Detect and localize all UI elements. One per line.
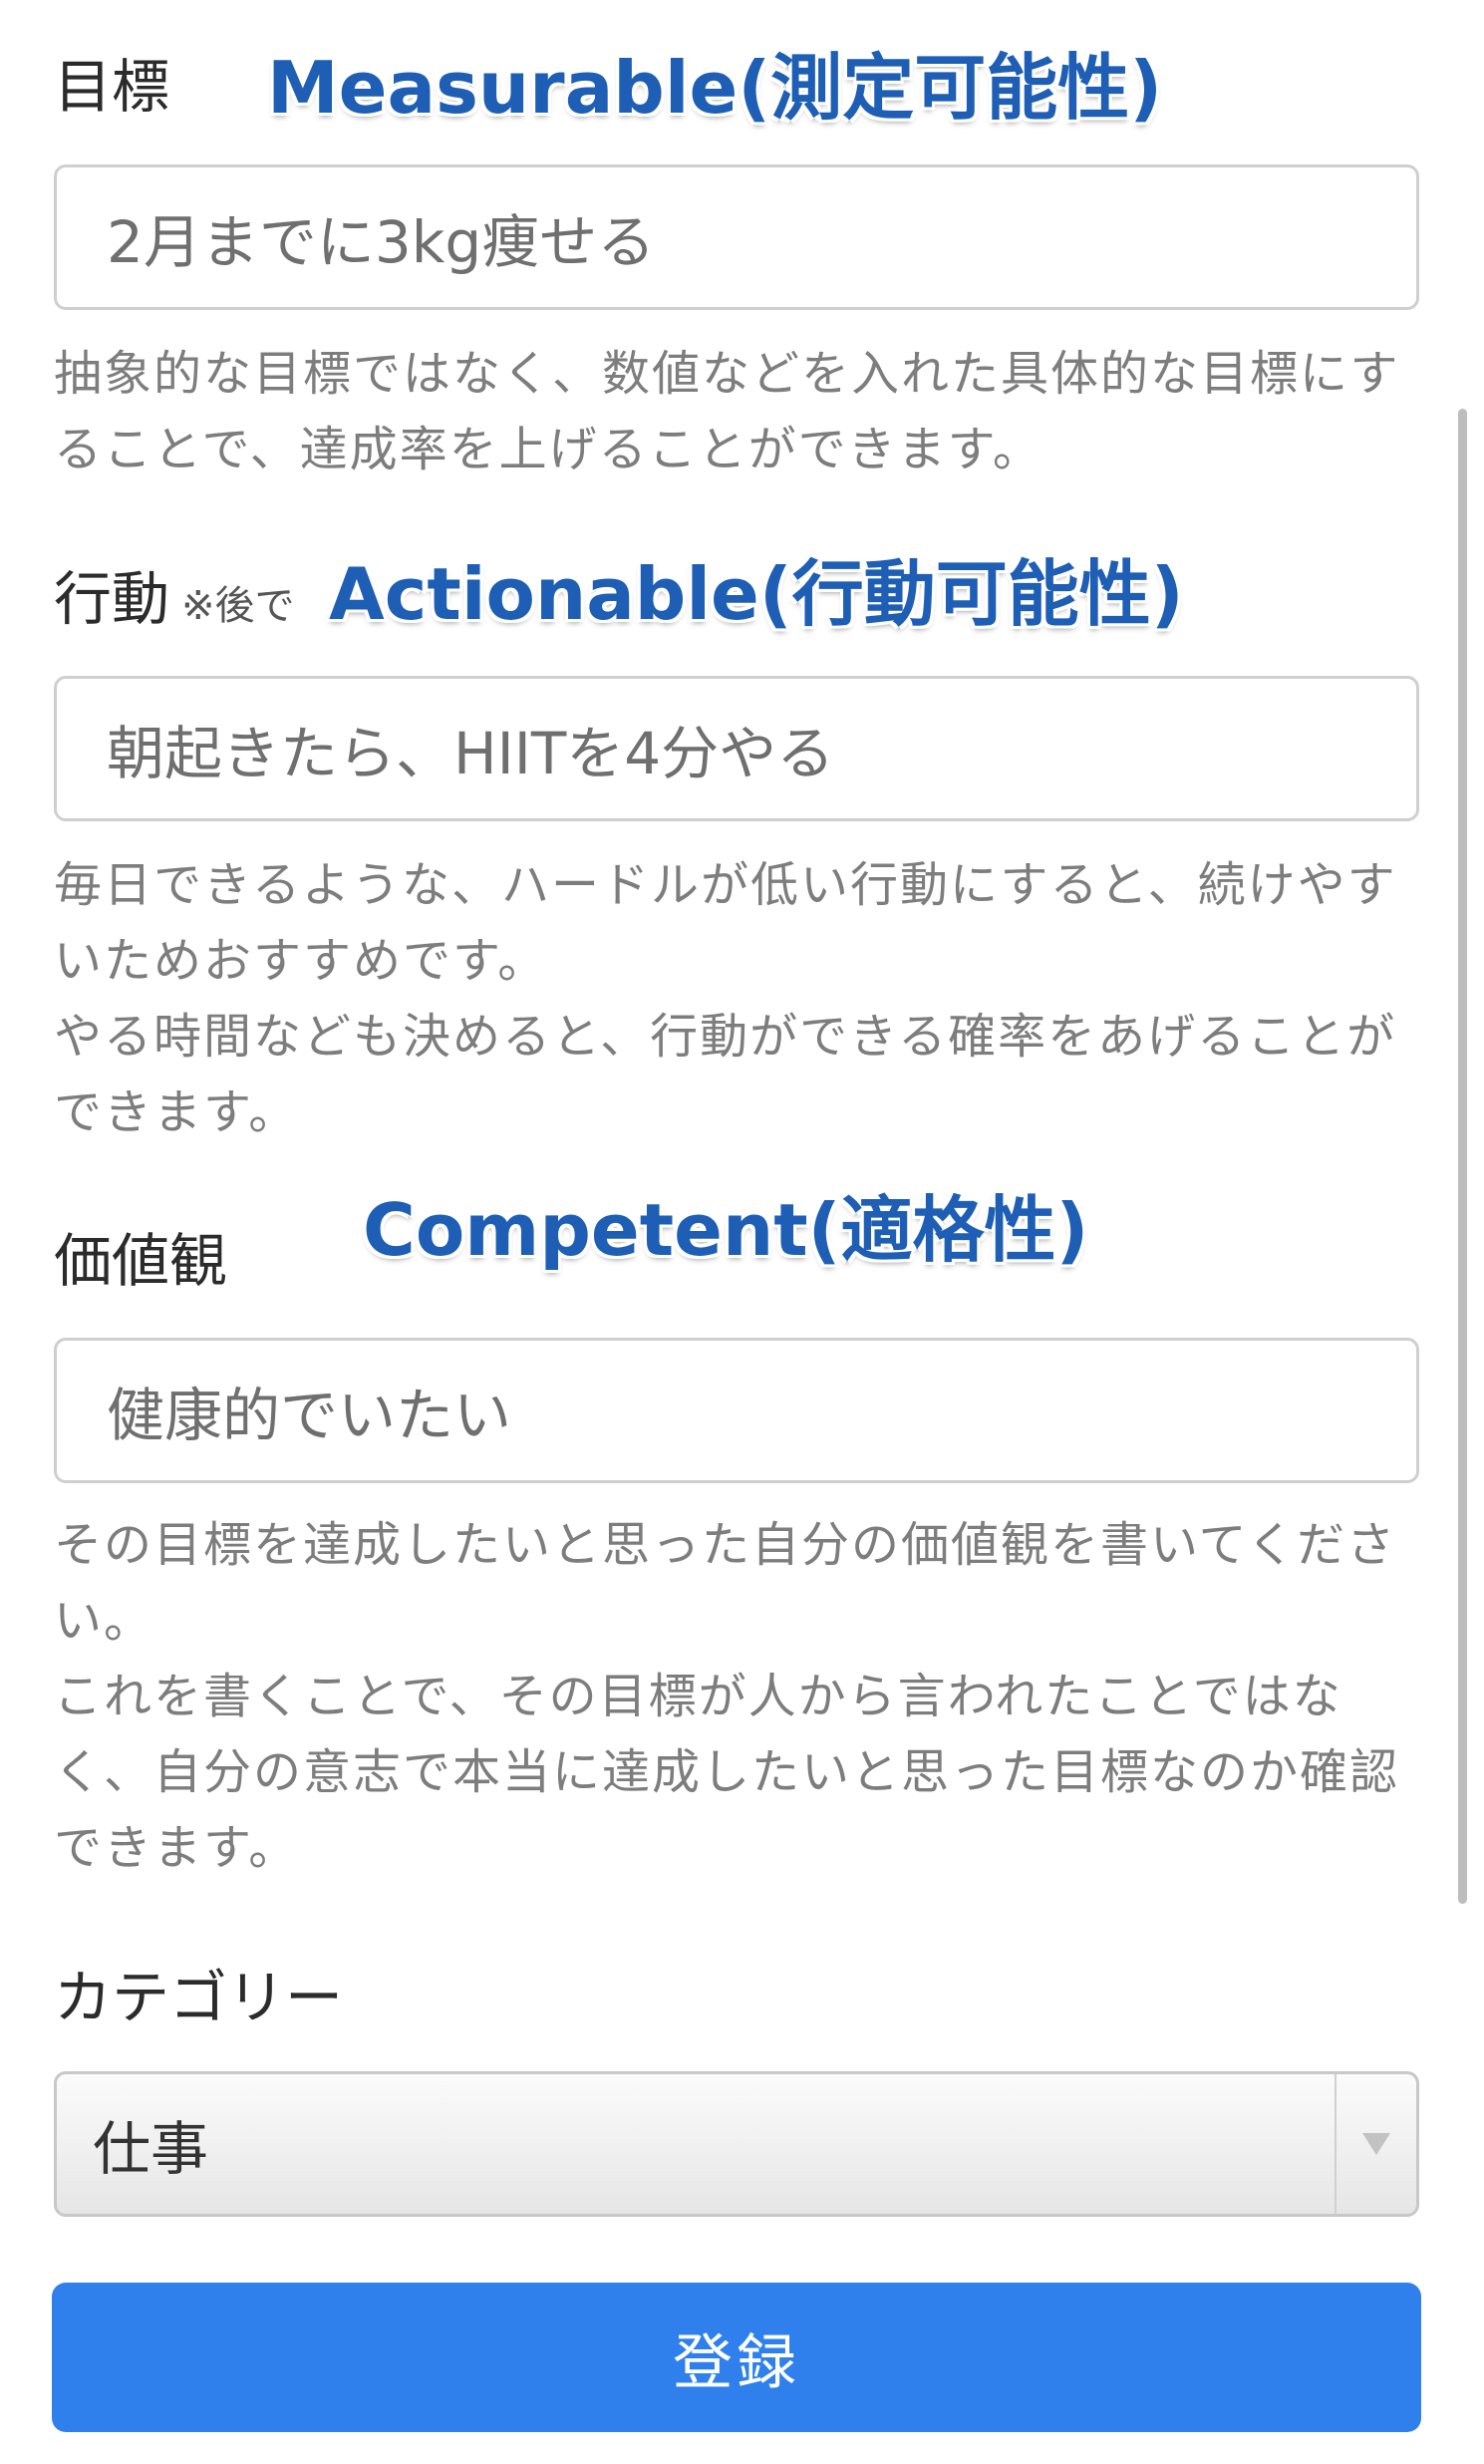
select-arrow-box[interactable] (1335, 2074, 1416, 2214)
goal-help-line: 抽象的な目標ではなく、数値などを入れた具体的な目標にすることで、達成率を上げるこ… (54, 346, 1400, 477)
category-select[interactable]: 仕事 (54, 2071, 1419, 2217)
goal-help-text: 抽象的な目標ではなく、数値などを入れた具体的な目標にすることで、達成率を上げるこ… (54, 336, 1439, 487)
annotation-actionable: Actionable(行動可能性) (329, 552, 1184, 636)
action-help-line-2: やる時間なども決めると、行動ができる確率をあげることができます。 (54, 1009, 1397, 1140)
annotation-competent: Competent(適格性) (363, 1188, 1089, 1272)
values-help-text: その目標を達成したいと思った自分の価値観を書いてください。 これを書くことで、そ… (54, 1507, 1439, 1886)
register-button[interactable]: 登録 (52, 2283, 1421, 2432)
action-input[interactable]: 朝起きたら、HIITを4分やる (54, 676, 1419, 821)
goal-input-value: 2月までに3kg痩せる (107, 208, 656, 276)
action-help-line-1: 毎日できるような、ハードルが低い行動にすると、続けやすいためおすすめです。 (54, 857, 1397, 989)
values-input[interactable]: 健康的でいたい (54, 1338, 1419, 1483)
action-label-text: 行動 (54, 565, 170, 633)
chevron-down-icon (1362, 2133, 1390, 2155)
values-help-line-1: その目標を達成したいと思った自分の価値観を書いてください。 (54, 1517, 1397, 1649)
scrollbar[interactable] (1458, 409, 1467, 1904)
action-help-text: 毎日できるような、ハードルが低い行動にすると、続けやすいためおすすめです。 やる… (54, 847, 1439, 1150)
action-label-note: ※後で (181, 583, 295, 629)
goal-label-text: 目標 (54, 53, 170, 121)
action-label: 行動 ※後で (54, 570, 295, 628)
values-label-text: 価値観 (54, 1227, 228, 1295)
values-input-value: 健康的でいたい (107, 1382, 512, 1449)
category-label: カテゴリー (54, 1969, 343, 2026)
goal-input[interactable]: 2月までに3kg痩せる (54, 164, 1419, 310)
values-label: 価値観 (54, 1232, 227, 1290)
category-selected-value: 仕事 (93, 2115, 209, 2183)
annotation-measurable: Measurable(測定可能性) (267, 46, 1163, 130)
goal-form-screen: 目標 Measurable(測定可能性) 2月までに3kg痩せる 抽象的な目標で… (0, 0, 1484, 2464)
category-label-text: カテゴリー (54, 1964, 344, 2031)
action-input-value: 朝起きたら、HIITを4分やる (107, 720, 835, 787)
goal-label: 目標 (54, 58, 169, 116)
values-help-line-2: これを書くことで、その目標が人から言われたことではなく、自分の意志で本当に達成し… (54, 1669, 1400, 1876)
